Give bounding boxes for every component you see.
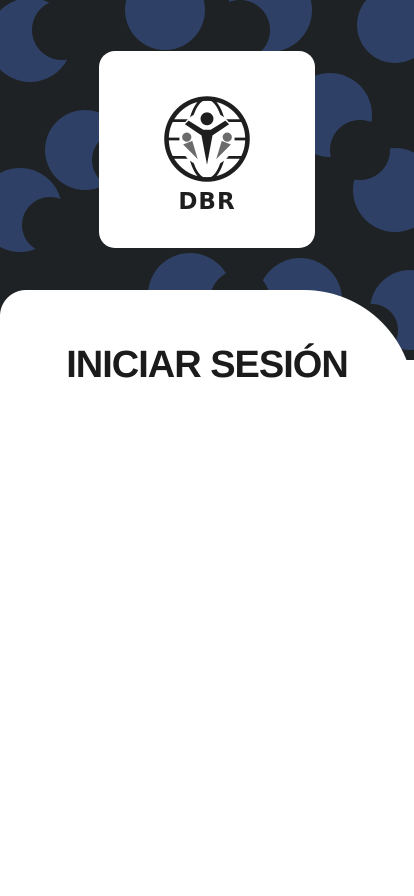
login-screen: DBR INICIAR SESIÓN (0, 0, 414, 896)
logo-text: DBR (178, 188, 236, 215)
page-title: INICIAR SESIÓN (66, 344, 349, 386)
globe-figures-emblem-icon (164, 95, 250, 182)
logo-card: DBR (99, 51, 315, 248)
